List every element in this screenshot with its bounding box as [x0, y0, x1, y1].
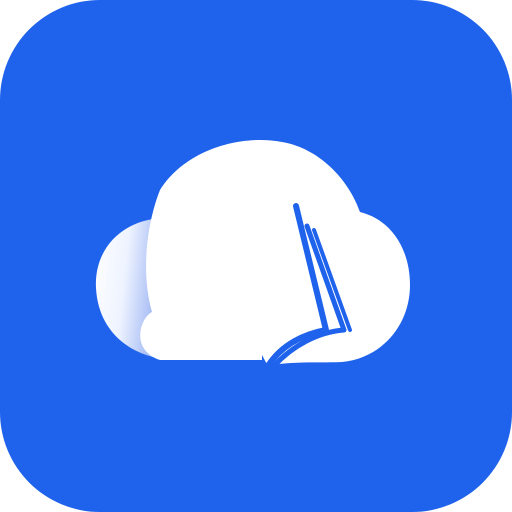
cloud-book-icon [0, 0, 512, 512]
app-icon[interactable] [0, 0, 512, 512]
